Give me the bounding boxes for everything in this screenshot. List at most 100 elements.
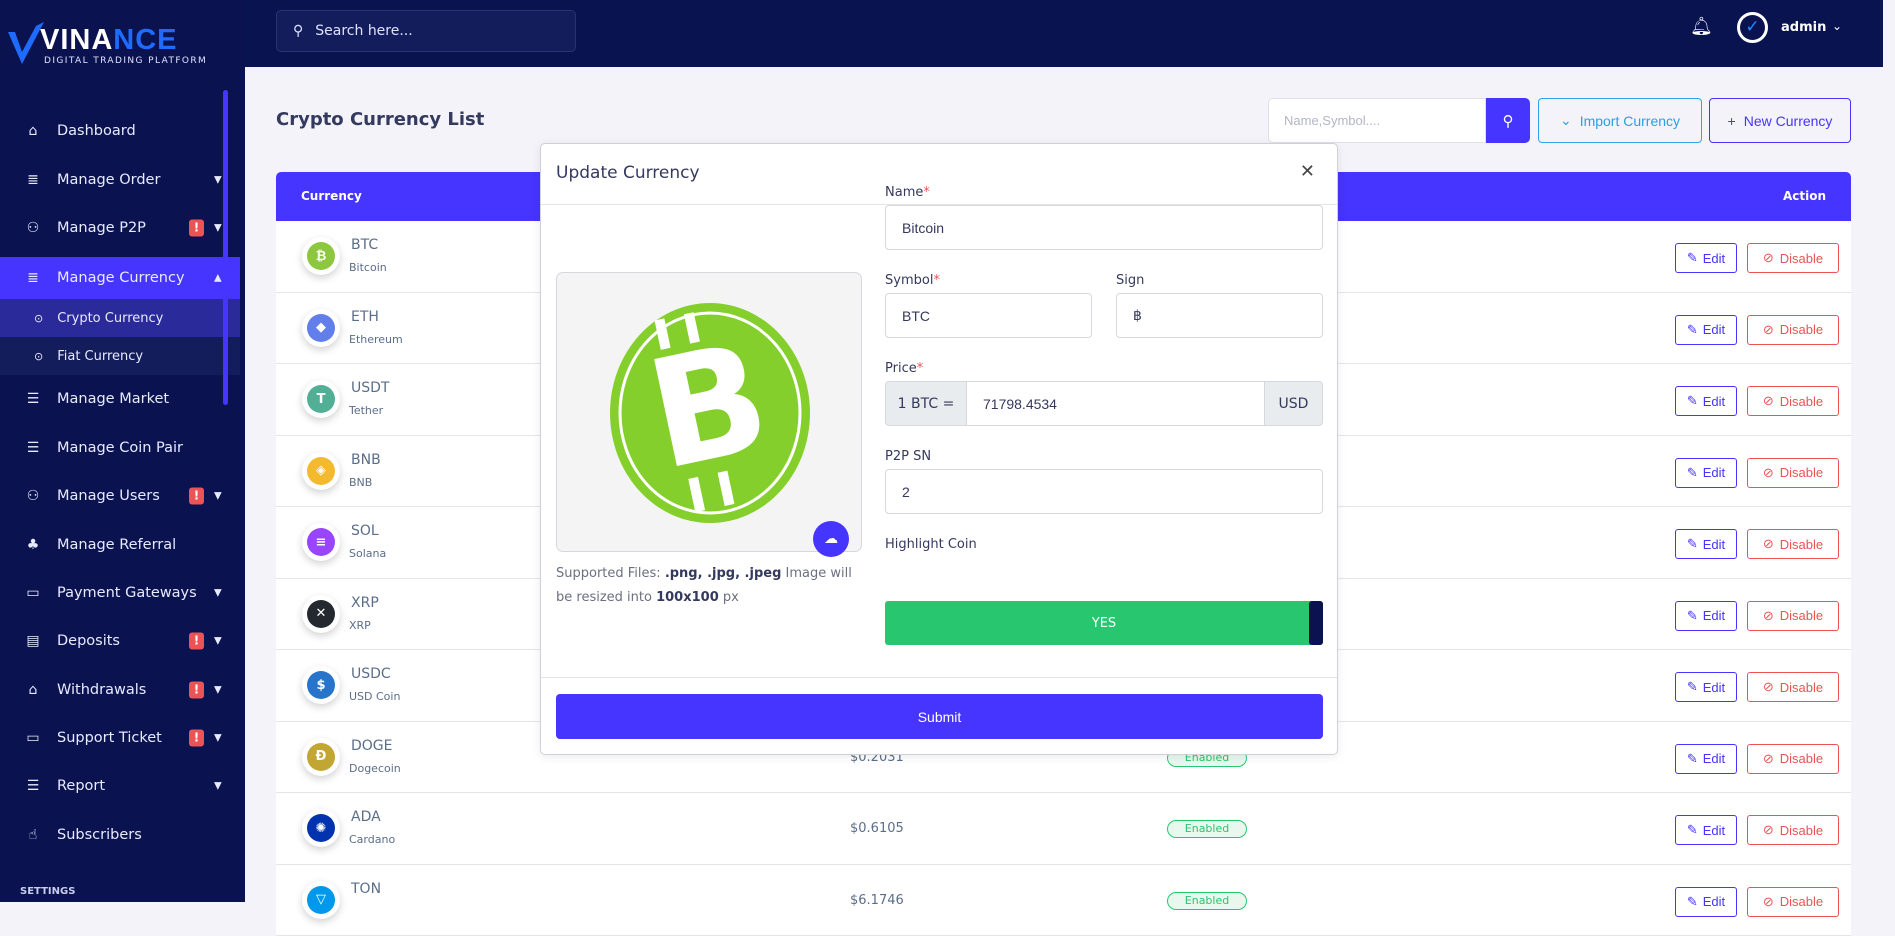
highlight-coin-toggle[interactable]: YES <box>885 601 1323 645</box>
disable-button[interactable]: ⊘ Disable <box>1747 458 1839 488</box>
edit-button[interactable]: ✎Edit <box>1675 744 1737 774</box>
edit-button[interactable]: ✎Edit <box>1675 243 1737 273</box>
logo[interactable]: VINANCE DIGITAL TRADING PLATFORM <box>6 18 226 72</box>
currency-symbol: BTC <box>351 237 378 253</box>
currency-name: Ethereum <box>349 333 403 346</box>
disable-button[interactable]: ⊘Disable <box>1747 315 1839 345</box>
currency-symbol: XRP <box>351 595 379 611</box>
chevron-down-icon: ⌄ <box>1560 112 1572 129</box>
submit-button[interactable]: Submit <box>556 694 1323 739</box>
bell-icon[interactable]: 🔔︎ <box>1690 16 1713 37</box>
edit-button[interactable]: ✎Edit <box>1675 529 1737 559</box>
sidebar-item-manage-users[interactable]: ⚇Manage Users!▼ <box>0 472 240 520</box>
pencil-icon: ✎ <box>1687 822 1698 838</box>
tree-icon: ♣ <box>24 537 42 553</box>
name-label: Name* <box>885 185 930 200</box>
sidebar-item-manage-order[interactable]: ≣Manage Order▼ <box>0 155 240 203</box>
chevron-down-icon: ▼ <box>214 684 222 695</box>
sidebar-item-subscribers[interactable]: ☝Subscribers <box>0 811 240 859</box>
sidebar-item-manage-currency[interactable]: ≣Manage Currency▲ <box>0 257 240 299</box>
edit-label: Edit <box>1703 537 1725 552</box>
column-action: Action <box>1783 189 1826 203</box>
edit-button[interactable]: ✎ Edit <box>1675 386 1737 416</box>
credit-card-icon: ▭ <box>24 585 42 601</box>
user-name[interactable]: admin <box>1781 20 1826 35</box>
sidebar-item-manage-coin-pair[interactable]: ☰ Manage Coin Pair <box>0 424 240 472</box>
currency-name: Cardano <box>349 833 395 846</box>
search-button[interactable]: ⚲ <box>1486 98 1530 143</box>
currency-search-input[interactable] <box>1268 98 1486 143</box>
sign-field[interactable] <box>1116 293 1323 338</box>
currency-symbol: TON <box>351 881 381 897</box>
edit-label: Edit <box>1703 608 1725 623</box>
chevron-down-icon: ▼ <box>214 491 222 502</box>
sidebar-item-label: Manage Coin Pair <box>57 440 183 456</box>
currency-name: BNB <box>349 476 372 489</box>
search-icon: ⚲ <box>293 23 303 39</box>
sidebar-item-support-ticket[interactable]: ▭Support Ticket!▼ <box>0 714 240 762</box>
sidebar-item-label: Manage P2P <box>57 220 146 236</box>
disable-label: Disable <box>1780 251 1823 266</box>
eye-slash-icon: ⊘ <box>1763 679 1774 695</box>
disable-label: Disable <box>1780 537 1823 552</box>
close-icon[interactable]: ✕ <box>1300 161 1315 182</box>
currency-price: $6.1746 <box>850 893 904 908</box>
disable-button[interactable]: ⊘Disable <box>1747 243 1839 273</box>
currency-image-preview: B <box>556 272 862 552</box>
sidebar-nav: ⌂Dashboard≣Manage Order▼⚇Manage P2P!▼ ≣Ma… <box>0 107 240 859</box>
sidebar-item-manage-referral[interactable]: ♣Manage Referral <box>0 520 240 568</box>
sidebar-subitem-fiat-currency[interactable]: ⊙Fiat Currency <box>0 337 240 375</box>
disable-button[interactable]: ⊘Disable <box>1747 744 1839 774</box>
sidebar-item-label: Deposits <box>57 633 120 649</box>
sidebar-item-withdrawals[interactable]: ⌂Withdrawals!▼ <box>0 666 240 714</box>
upload-cloud-icon[interactable]: ☁ <box>813 521 849 557</box>
eth-coin-icon: ◆ <box>302 309 340 347</box>
disable-label: Disable <box>1780 465 1823 480</box>
global-search-input[interactable]: ⚲ Search here... <box>276 10 576 52</box>
eye-slash-icon: ⊘ <box>1763 322 1774 338</box>
currency-symbol: USDC <box>351 666 391 682</box>
new-currency-button[interactable]: +New Currency <box>1709 98 1851 143</box>
price-field[interactable] <box>966 381 1265 426</box>
currency-symbol: SOL <box>351 523 379 539</box>
disable-button[interactable]: ⊘Disable <box>1747 386 1839 416</box>
list-icon: ☰ <box>24 440 42 456</box>
sidebar-item-deposits[interactable]: ▤Deposits!▼ <box>0 617 240 665</box>
disable-button[interactable]: ⊘ Disable <box>1747 815 1839 845</box>
chevron-down-icon[interactable]: ⌄ <box>1832 19 1842 33</box>
disable-button[interactable]: ⊘ Disable <box>1747 529 1839 559</box>
disable-button[interactable]: ⊘Disable <box>1747 601 1839 631</box>
eye-slash-icon: ⊘ <box>1763 822 1774 838</box>
eye-slash-icon: ⊘ <box>1763 465 1774 481</box>
eye-slash-icon: ⊘ <box>1763 536 1774 552</box>
edit-button[interactable]: ✎Edit <box>1675 601 1737 631</box>
import-currency-button[interactable]: ⌄Import Currency <box>1538 98 1702 143</box>
edit-button[interactable]: ✎Edit <box>1675 315 1737 345</box>
edit-button[interactable]: ✎Edit <box>1675 815 1737 845</box>
sidebar-item-manage-market[interactable]: ☰Manage Market <box>0 375 240 423</box>
disable-button[interactable]: ⊘Disable <box>1747 672 1839 702</box>
p2p-sn-field[interactable] <box>885 469 1323 514</box>
thumbs-up-icon: ☝ <box>24 827 42 843</box>
sidebar-item-manage-p2p[interactable]: ⚇Manage P2P!▼ <box>0 204 240 252</box>
sidebar-item-payment-gateways[interactable]: ▭Payment Gateways▼ <box>0 569 240 617</box>
disable-label: Disable <box>1780 823 1823 838</box>
home-icon: ⌂ <box>24 123 42 139</box>
symbol-field[interactable] <box>885 293 1092 338</box>
sidebar-item-dashboard[interactable]: ⌂Dashboard <box>0 107 240 155</box>
sidebar-item-report[interactable]: ☰Report▼ <box>0 762 240 810</box>
sidebar-subitem-label: Fiat Currency <box>57 349 143 364</box>
pencil-icon: ✎ <box>1687 393 1698 409</box>
edit-label: Edit <box>1703 394 1725 409</box>
sidebar-scrollbar[interactable] <box>223 90 228 405</box>
avatar[interactable]: ✓ <box>1737 12 1768 43</box>
eye-slash-icon: ⊘ <box>1763 393 1774 409</box>
edit-button[interactable]: ✎Edit <box>1675 672 1737 702</box>
sidebar-subitem-crypto-currency[interactable]: ⊙Crypto Currency <box>0 299 240 337</box>
ada-coin-icon: ✺ <box>302 809 340 847</box>
edit-label: Edit <box>1703 322 1725 337</box>
name-field[interactable] <box>885 205 1323 250</box>
alert-badge-icon: ! <box>189 488 204 505</box>
status-badge: Enabled <box>1167 820 1247 838</box>
edit-button[interactable]: ✎Edit <box>1675 458 1737 488</box>
